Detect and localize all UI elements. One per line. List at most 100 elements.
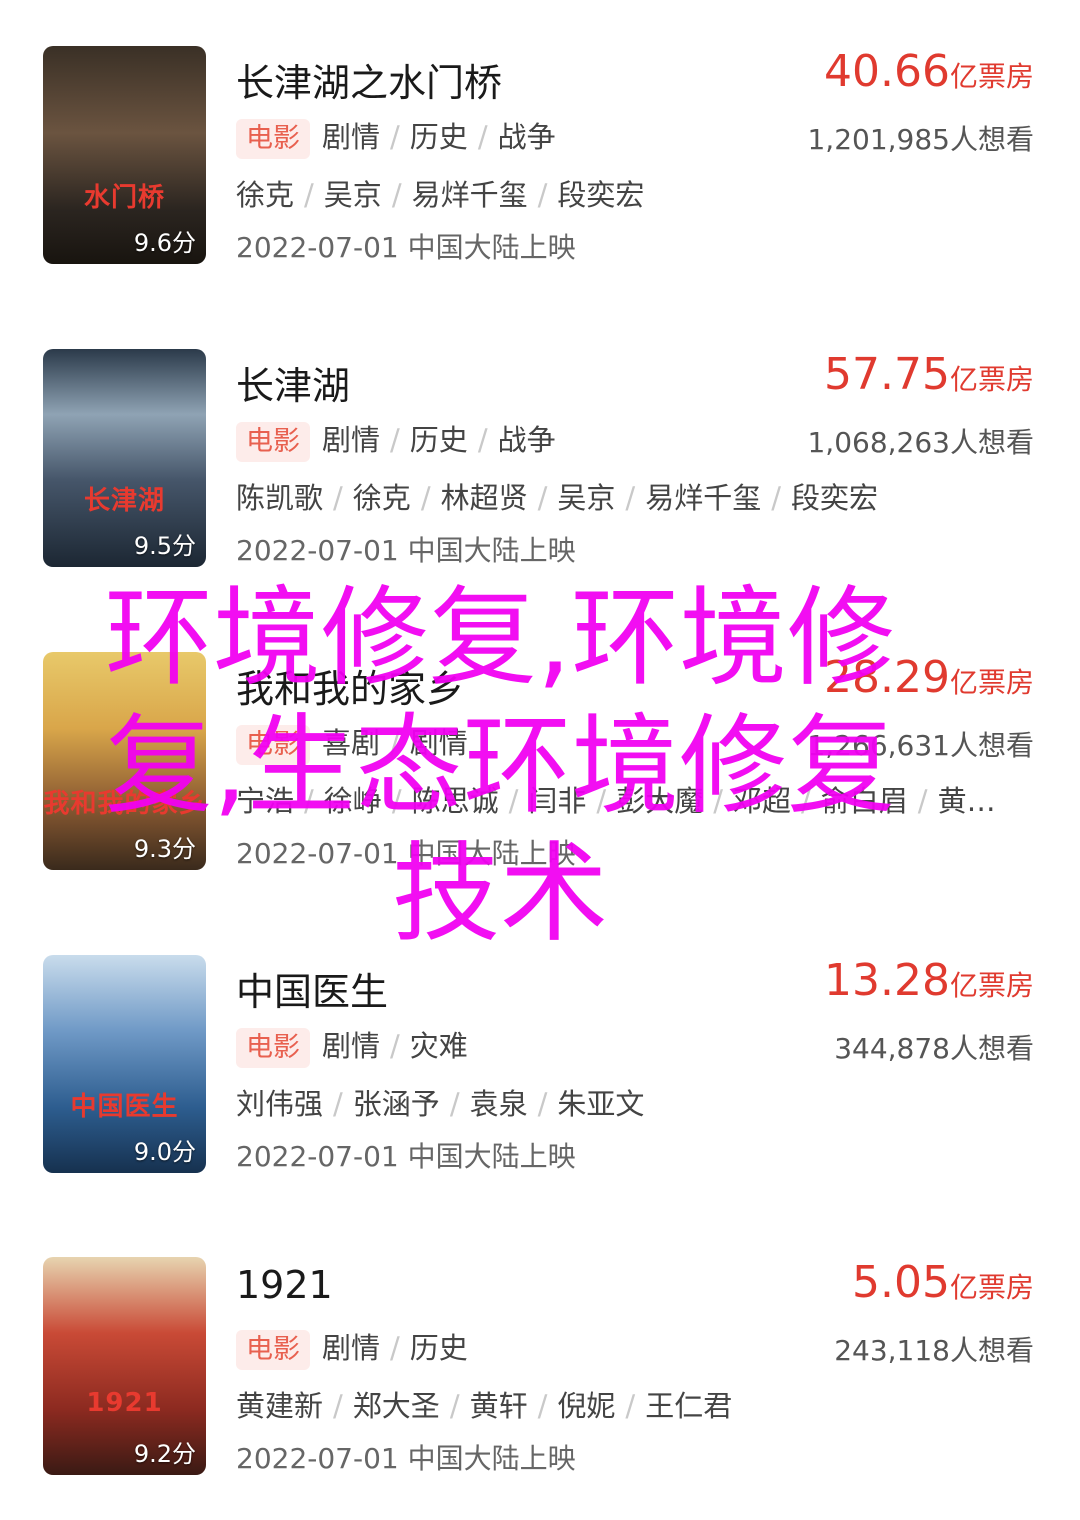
genre-row: 电影 剧情 / 历史 / 战争 xyxy=(236,114,556,159)
cast-member: 陈思诚 xyxy=(411,784,499,818)
cast-member: 徐克 xyxy=(236,178,295,212)
separator: / xyxy=(625,481,636,515)
separator: / xyxy=(304,784,314,818)
box-office-value: 57.75 xyxy=(824,349,950,400)
separator: / xyxy=(390,1029,400,1063)
separator: / xyxy=(390,1331,400,1365)
cast-member: 段奕宏 xyxy=(790,481,878,515)
cast-member: 邓超 xyxy=(732,784,791,818)
separator: / xyxy=(771,481,781,515)
movie-poster[interactable]: 水门桥 9.6分 xyxy=(43,46,206,264)
score-badge: 9.3分 xyxy=(133,835,196,863)
genre: 历史 xyxy=(409,423,468,457)
release-date: 2022-07-01 中国大陆上映 xyxy=(236,837,576,870)
poster-caption: 水门桥 xyxy=(83,182,165,213)
separator: / xyxy=(477,120,488,154)
separator: / xyxy=(537,481,548,515)
cast-row: 陈凯歌 / 徐克 / 林超贤 / 吴京 / 易烊千玺 / 段奕宏 xyxy=(236,475,878,517)
genre: 战争 xyxy=(497,423,556,457)
type-tag: 电影 xyxy=(236,119,310,159)
genre: 剧情 xyxy=(322,1029,381,1063)
separator: / xyxy=(333,481,343,515)
score-badge: 9.2分 xyxy=(133,1440,196,1468)
cast-member: 徐峥 xyxy=(323,784,382,818)
type-tag: 电影 xyxy=(236,1028,310,1068)
movie-title[interactable]: 1921 xyxy=(236,1263,333,1307)
genre: 剧情 xyxy=(322,1331,381,1365)
movie-title[interactable]: 中国医生 xyxy=(236,961,388,1016)
separator: / xyxy=(508,784,519,818)
genre-row: 电影 剧情 / 灾难 xyxy=(236,1023,468,1068)
cast-member: 林超贤 xyxy=(440,481,528,515)
want-count: 1,266,631人想看 xyxy=(807,729,1034,762)
separator: / xyxy=(390,423,400,457)
release-date: 2022-07-01 中国大陆上映 xyxy=(236,1140,576,1173)
box-office-unit: 亿票房 xyxy=(949,969,1034,1002)
box-office-unit: 亿票房 xyxy=(949,666,1034,699)
movie-poster[interactable]: 中国医生 9.0分 xyxy=(43,955,206,1173)
genre: 剧情 xyxy=(322,120,381,154)
box-office-unit: 亿票房 xyxy=(949,60,1034,93)
movie-card[interactable]: 1921 9.2分 1921 5.05亿票房 电影 剧情 / 历史 243,118人想… xyxy=(0,1257,1080,1497)
box-office-unit: 亿票房 xyxy=(949,363,1034,396)
poster-caption: 中国医生 xyxy=(70,1091,179,1122)
separator: / xyxy=(449,1087,460,1121)
genre: 战争 xyxy=(497,120,556,154)
genre: 剧情 xyxy=(322,423,381,457)
movie-card[interactable]: 长津湖 9.5分 长津湖 57.75亿票房 电影 剧情 / 历史 / 战争 1,068,2… xyxy=(0,349,1080,589)
separator: / xyxy=(537,1389,548,1423)
box-office: 5.05亿票房 xyxy=(852,1257,1034,1308)
score-badge: 9.5分 xyxy=(133,532,196,560)
movie-title[interactable]: 长津湖 xyxy=(236,355,350,410)
cast-row: 宁浩 / 徐峥 / 陈思诚 / 闫非 / 彭大魔 / 邓超 / 俞白眉 / 黄… xyxy=(236,778,996,820)
want-count: 1,201,985人想看 xyxy=(807,123,1034,156)
box-office-value: 40.66 xyxy=(824,46,950,97)
separator: / xyxy=(333,1389,343,1423)
separator: / xyxy=(391,784,402,818)
type-tag: 电影 xyxy=(236,725,310,765)
cast-row: 徐克 / 吴京 / 易烊千玺 / 段奕宏 xyxy=(236,172,644,214)
score-badge: 9.0分 xyxy=(133,1138,196,1166)
movie-card[interactable]: 我和我的家乡 9.3分 我和我的家乡 28.29亿票房 电影 喜剧 / 剧情 1,26… xyxy=(0,652,1080,892)
release-date: 2022-07-01 中国大陆上映 xyxy=(236,1442,576,1475)
want-count: 344,878人想看 xyxy=(834,1032,1034,1065)
cast-member: 俞白眉 xyxy=(820,784,908,818)
box-office: 57.75亿票房 xyxy=(824,349,1034,400)
movie-list: 水门桥 9.6分 长津湖之水门桥 40.66亿票房 电影 剧情 / 历史 / 战争 1,2… xyxy=(0,0,1080,1520)
separator: / xyxy=(390,120,400,154)
cast-member: 刘伟强 xyxy=(236,1087,324,1121)
cast-member: 袁泉 xyxy=(469,1087,528,1121)
movie-title[interactable]: 我和我的家乡 xyxy=(236,658,464,713)
separator: / xyxy=(304,178,314,212)
separator: / xyxy=(391,178,402,212)
separator: / xyxy=(917,784,928,818)
movie-poster[interactable]: 1921 9.2分 xyxy=(43,1257,206,1475)
separator: / xyxy=(477,423,488,457)
separator: / xyxy=(801,784,811,818)
movie-title[interactable]: 长津湖之水门桥 xyxy=(236,52,502,107)
genre: 喜剧 xyxy=(322,726,381,760)
movie-poster[interactable]: 我和我的家乡 9.3分 xyxy=(43,652,206,870)
separator: / xyxy=(449,1389,460,1423)
cast-member: 黄轩 xyxy=(469,1389,528,1423)
genre-row: 电影 喜剧 / 剧情 xyxy=(236,720,468,765)
box-office: 13.28亿票房 xyxy=(824,955,1034,1006)
cast-member: 徐克 xyxy=(352,481,411,515)
cast-member: 易烊千玺 xyxy=(645,481,762,515)
genre: 历史 xyxy=(409,120,468,154)
separator: / xyxy=(537,178,548,212)
cast-member: 吴京 xyxy=(323,178,382,212)
separator: / xyxy=(713,784,723,818)
cast-member: 王仁君 xyxy=(645,1389,733,1423)
movie-card[interactable]: 中国医生 9.0分 中国医生 13.28亿票房 电影 剧情 / 灾难 344,878人… xyxy=(0,955,1080,1195)
genre: 剧情 xyxy=(409,726,468,760)
genre-row: 电影 剧情 / 历史 xyxy=(236,1325,468,1370)
movie-poster[interactable]: 长津湖 9.5分 xyxy=(43,349,206,567)
movie-card[interactable]: 水门桥 9.6分 长津湖之水门桥 40.66亿票房 电影 剧情 / 历史 / 战争 1,2… xyxy=(0,46,1080,286)
release-date: 2022-07-01 中国大陆上映 xyxy=(236,534,576,567)
cast-member: 吴京 xyxy=(557,481,616,515)
separator: / xyxy=(625,1389,636,1423)
poster-caption: 我和我的家乡 xyxy=(43,788,206,819)
score-badge: 9.6分 xyxy=(133,229,196,257)
want-count: 243,118人想看 xyxy=(834,1334,1034,1367)
